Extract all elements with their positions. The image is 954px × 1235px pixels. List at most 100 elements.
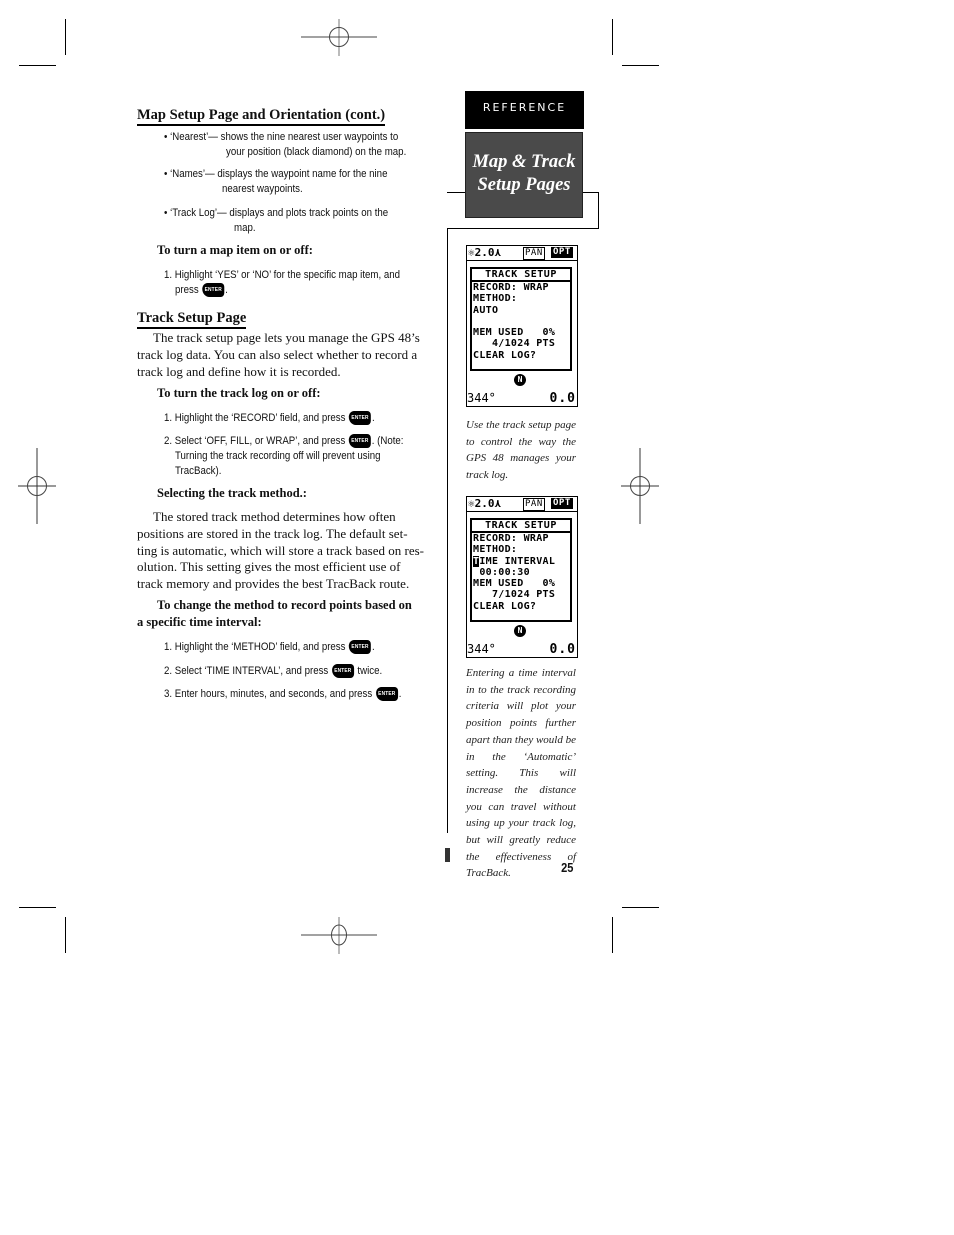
mem-used: MEM USED 0% — [473, 327, 556, 339]
subheading-time-interval-cont: a specific time interval: — [137, 615, 262, 629]
step-highlight-yes-no: 1. Highlight ‘YES’ or ‘NO’ for the speci… — [164, 268, 400, 284]
reference-tab: REFERENCE — [465, 91, 584, 129]
step-note-cont: TracBack). — [175, 464, 221, 480]
speed-readout: 0.0 — [549, 391, 576, 406]
registration-mark-icon — [301, 19, 377, 56]
bullet-names: • ‘Names’— displays the waypoint name fo… — [164, 167, 387, 183]
bullet-text: • ‘Names’— displays the waypoint name fo… — [164, 168, 388, 180]
enter-key-icon: ENTER — [375, 687, 398, 702]
heading-readout: 344° — [467, 642, 496, 656]
text-line: olution. This setting gives the most eff… — [137, 559, 401, 575]
zoom-level: ⚛2.0⋏ — [468, 497, 502, 510]
north-arrow-icon: N — [514, 625, 526, 637]
crop-mark — [622, 907, 659, 908]
method-value-rest: IME INTERVAL — [479, 555, 556, 567]
enter-key-icon: ENTER — [349, 640, 372, 655]
clear-log: CLEAR LOG? — [473, 600, 537, 612]
track-setup-panel: TRACK SETUP RECORD: WRAP METHOD: TIME IN… — [470, 518, 572, 622]
step-text: . — [371, 412, 375, 424]
text-line: track memory and provides the best TracB… — [137, 576, 410, 592]
pan-indicator: PAN — [523, 247, 545, 260]
gps-status-bar: ⚛2.0⋏ PAN OPT — [467, 246, 577, 261]
step-text: 2. Select ‘TIME INTERVAL’, and press — [164, 665, 329, 677]
bullet-names-cont: nearest waypoints. — [222, 182, 303, 198]
step-enter-time: 3. Enter hours, minutes, and seconds, an… — [164, 687, 401, 703]
caption-time-interval: Entering a time interval in to the track… — [466, 667, 576, 880]
bullet-track-log: • ‘Track Log’— displays and plots track … — [164, 206, 388, 222]
crop-mark — [65, 19, 66, 55]
gps-screen-time-interval: ⚛2.0⋏ PAN OPT TRACK SETUP RECORD: WRAP M… — [466, 496, 578, 658]
crop-mark — [19, 907, 56, 908]
gps-screen-auto: ⚛2.0⋏ PAN OPT TRACK SETUP RECORD: WRAP M… — [466, 245, 578, 407]
opt-indicator: OPT — [551, 247, 573, 258]
section-heading-track-setup: Track Setup Page — [137, 310, 247, 329]
registration-mark-icon — [621, 448, 659, 524]
subheading-track-method: Selecting the track method.: — [157, 486, 307, 500]
sidebar-rule — [447, 228, 448, 833]
text-line: ting is automatic, which will store a tr… — [137, 542, 425, 558]
bullet-text: • ‘Nearest’— shows the nine nearest user… — [164, 131, 399, 143]
pan-indicator: PAN — [523, 498, 545, 511]
step-text: 1. Highlight the ‘RECORD’ field, and pre… — [164, 412, 346, 424]
zoom-value: 2.0 — [474, 246, 495, 259]
connector-line — [447, 192, 465, 193]
bullet-text: map. — [234, 222, 256, 234]
step-highlight-yes-no-cont: press ENTER. — [175, 283, 228, 299]
mem-used: MEM USED 0% — [473, 578, 556, 590]
method-label: METHOD: — [473, 293, 518, 305]
connector-line — [583, 192, 599, 193]
chapter-title-line: Setup Pages — [477, 175, 571, 195]
step-text: . (Note: — [371, 435, 404, 447]
text-line: track log and define how it is recorded. — [137, 363, 341, 379]
connector-line — [447, 228, 599, 229]
text-line: track log data. You can also select whet… — [137, 346, 418, 362]
method-value: TIME INTERVAL — [472, 555, 570, 567]
enter-key-icon: ENTER — [331, 664, 354, 679]
panel-title: TRACK SETUP — [472, 520, 570, 533]
text-line: The stored track method determines how o… — [137, 509, 396, 524]
zoom-value: 2.0 — [474, 497, 495, 510]
record-field: RECORD: WRAP — [473, 533, 549, 544]
crop-mark — [19, 65, 56, 66]
step-text: 3. Enter hours, minutes, and seconds, an… — [164, 688, 373, 700]
step-text: TracBack). — [175, 465, 222, 477]
text-line: The track setup page lets you manage the… — [137, 330, 420, 345]
speed-readout: 0.0 — [549, 642, 576, 657]
chapter-title-line: Map & Track — [472, 152, 576, 172]
connector-line — [598, 192, 599, 229]
crop-mark — [65, 917, 66, 953]
subheading-time-interval: To change the method to record points ba… — [157, 598, 412, 612]
step-text: . — [398, 688, 402, 700]
page-number: 25 — [561, 860, 574, 875]
caption-track-setup: Use the track setup page to control the … — [466, 419, 576, 482]
bullet-nearest-cont: your position (black diamond) on the map… — [226, 145, 406, 161]
subheading-track-log-on-off: To turn the track log on or off: — [157, 386, 321, 400]
chapter-title-box: Map & Track Setup Pages — [465, 132, 583, 218]
zoom-level: ⚛2.0⋏ — [468, 246, 502, 259]
step-text: Turning the track recording off will pre… — [175, 450, 381, 462]
gps-status-bar: ⚛2.0⋏ PAN OPT — [467, 497, 577, 512]
panel-title: TRACK SETUP — [472, 269, 570, 282]
registration-mark-icon — [18, 448, 56, 524]
record-field: RECORD: WRAP — [473, 282, 549, 293]
bullet-text: nearest waypoints. — [222, 183, 303, 195]
clear-log: CLEAR LOG? — [473, 349, 537, 361]
sidebar-marker — [445, 848, 450, 862]
enter-key-icon: ENTER — [349, 411, 372, 426]
bullet-text: your position (black diamond) on the map… — [226, 146, 407, 158]
step-time-interval: 2. Select ‘TIME INTERVAL’, and press ENT… — [164, 664, 382, 680]
step-text: 1. Highlight ‘YES’ or ‘NO’ for the speci… — [164, 269, 401, 281]
method-label: METHOD: — [473, 544, 518, 556]
points-count: 7/1024 PTS — [473, 589, 556, 601]
step-method-field: 1. Highlight the ‘METHOD’ field, and pre… — [164, 640, 375, 656]
step-text: 2. Select ‘OFF, FILL, or WRAP’, and pres… — [164, 435, 346, 447]
bullet-text: • ‘Track Log’— displays and plots track … — [164, 207, 389, 219]
crop-mark — [612, 19, 613, 55]
step-text: . — [371, 641, 375, 653]
bullet-track-log-cont: map. — [234, 221, 256, 237]
crop-mark — [622, 65, 659, 66]
text-line: positions are stored in the track log. T… — [137, 525, 408, 541]
method-value: AUTO — [473, 304, 499, 316]
interval-value: 00:00:30 — [473, 566, 530, 578]
